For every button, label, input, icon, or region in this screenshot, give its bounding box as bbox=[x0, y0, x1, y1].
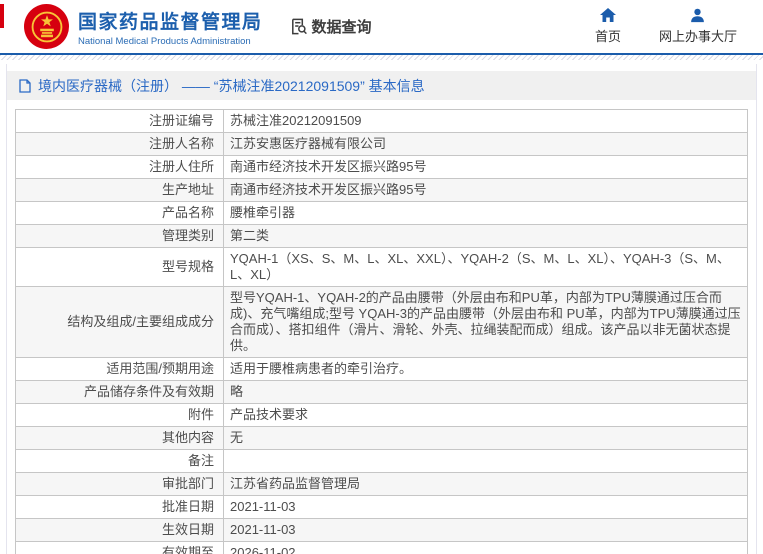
row-label: 批准日期 bbox=[16, 496, 224, 518]
row-label: 审批部门 bbox=[16, 473, 224, 495]
row-label: 生效日期 bbox=[16, 519, 224, 541]
row-value: 2026-11-02 bbox=[230, 545, 296, 554]
table-row: 审批部门 江苏省药品监督管理局 bbox=[16, 473, 747, 496]
row-label: 结构及组成/主要组成成分 bbox=[16, 287, 224, 357]
row-value: 型号YQAH-1、YQAH-2的产品由腰带（外层由布和PU革，内部为TPU薄膜通… bbox=[230, 290, 741, 353]
row-value: 产品技术要求 bbox=[230, 407, 309, 422]
breadcrumb-text: 境内医疗器械（注册） —— “苏械注准20212091509” 基本信息 bbox=[38, 77, 425, 94]
data-query-nav[interactable]: 数据查询 bbox=[289, 16, 372, 37]
row-label: 注册人名称 bbox=[16, 133, 224, 155]
agency-title: 国家药品监督管理局 bbox=[78, 11, 263, 33]
row-label: 附件 bbox=[16, 404, 224, 426]
page: 国家药品监督管理局 National Medical Products Admi… bbox=[0, 0, 763, 554]
table-row: 注册人名称 江苏安惠医疗器械有限公司 bbox=[16, 133, 747, 156]
agency-subtitle: National Medical Products Administration bbox=[78, 35, 251, 47]
row-value: 第二类 bbox=[230, 228, 270, 243]
data-query-label: 数据查询 bbox=[311, 19, 372, 36]
row-label: 其他内容 bbox=[16, 427, 224, 449]
row-label: 有效期至 bbox=[16, 542, 224, 554]
content-area: 境内医疗器械（注册） —— “苏械注准20212091509” 基本信息 注册证… bbox=[6, 64, 757, 554]
row-value: 南通市经济技术开发区振兴路95号 bbox=[230, 182, 427, 197]
table-row: 附件 产品技术要求 bbox=[16, 404, 747, 427]
row-value: 南通市经济技术开发区振兴路95号 bbox=[230, 159, 427, 174]
top-nav: 首页 网上办事大厅 bbox=[595, 8, 737, 45]
nav-service-hall[interactable]: 网上办事大厅 bbox=[659, 8, 737, 45]
hatch-divider bbox=[0, 55, 763, 60]
user-icon bbox=[690, 8, 705, 23]
row-value: 适用于腰椎病患者的牵引治疗。 bbox=[230, 361, 413, 376]
nav-home-label: 首页 bbox=[594, 29, 621, 44]
table-row: 产品储存条件及有效期略 bbox=[16, 381, 747, 404]
row-value: 略 bbox=[230, 384, 244, 399]
row-value bbox=[224, 450, 747, 472]
row-value: 江苏安惠医疗器械有限公司 bbox=[230, 136, 387, 151]
row-label: 管理类别 bbox=[16, 225, 224, 247]
document-search-icon bbox=[289, 17, 308, 36]
row-value: 腰椎牵引器 bbox=[230, 205, 296, 220]
document-icon bbox=[19, 78, 31, 93]
table-row: 生效日期 2021-11-03 bbox=[16, 519, 747, 542]
home-icon bbox=[599, 8, 616, 23]
table-row: 产品名称 腰椎牵引器 bbox=[16, 202, 747, 225]
row-label: 产品名称 bbox=[16, 202, 224, 224]
table-row: 注册人住所 南通市经济技术开发区振兴路95号 bbox=[16, 156, 747, 179]
table-row: 结构及组成/主要组成成分 型号YQAH-1、YQAH-2的产品由腰带（外层由布和P… bbox=[16, 287, 747, 358]
table-row: 有效期至 2026-11-02 bbox=[16, 542, 747, 554]
table-row: 备注 bbox=[16, 450, 747, 473]
row-label: 备注 bbox=[16, 450, 224, 472]
row-value: 无 bbox=[230, 430, 244, 445]
row-label: 产品储存条件及有效期 bbox=[16, 381, 224, 403]
table-row: 型号规格 YQAH-1（XS、S、M、L、XL、XXL）、YQAH-2（S、M、L… bbox=[16, 248, 747, 287]
table-row: 注册证编号 苏械注准20212091509 bbox=[16, 110, 747, 133]
row-value: 2021-11-03 bbox=[230, 522, 296, 537]
row-label: 适用范围/预期用途 bbox=[16, 358, 224, 380]
row-value: YQAH-1（XS、S、M、L、XL、XXL）、YQAH-2（S、M、L、XL）… bbox=[230, 251, 730, 282]
row-value: 江苏省药品监督管理局 bbox=[230, 476, 361, 491]
breadcrumb: 境内医疗器械（注册） —— “苏械注准20212091509” 基本信息 bbox=[7, 71, 756, 100]
row-value: 2021-11-03 bbox=[230, 499, 296, 514]
info-table: 注册证编号 苏械注准20212091509 注册人名称 江苏安惠医疗器械有限公司 注册人… bbox=[15, 109, 748, 554]
table-row: 管理类别 第二类 bbox=[16, 225, 747, 248]
table-row: 适用范围/预期用途 适用于腰椎病患者的牵引治疗。 bbox=[16, 358, 747, 381]
row-label: 注册人住所 bbox=[16, 156, 224, 178]
row-label: 注册证编号 bbox=[16, 110, 224, 132]
nav-service-hall-label: 网上办事大厅 bbox=[658, 29, 737, 44]
row-value: 苏械注准20212091509 bbox=[230, 113, 362, 128]
table-row: 批准日期 2021-11-03 bbox=[16, 496, 747, 519]
agency-title-block: 国家药品监督管理局 National Medical Products Admi… bbox=[78, 7, 263, 47]
national-emblem-icon bbox=[24, 4, 69, 49]
nav-home[interactable]: 首页 bbox=[595, 8, 621, 45]
red-strip bbox=[0, 4, 4, 28]
row-label: 生产地址 bbox=[16, 179, 224, 201]
row-label: 型号规格 bbox=[16, 248, 224, 286]
site-header: 国家药品监督管理局 National Medical Products Admi… bbox=[0, 0, 763, 55]
table-row: 生产地址 南通市经济技术开发区振兴路95号 bbox=[16, 179, 747, 202]
table-row: 其他内容无 bbox=[16, 427, 747, 450]
